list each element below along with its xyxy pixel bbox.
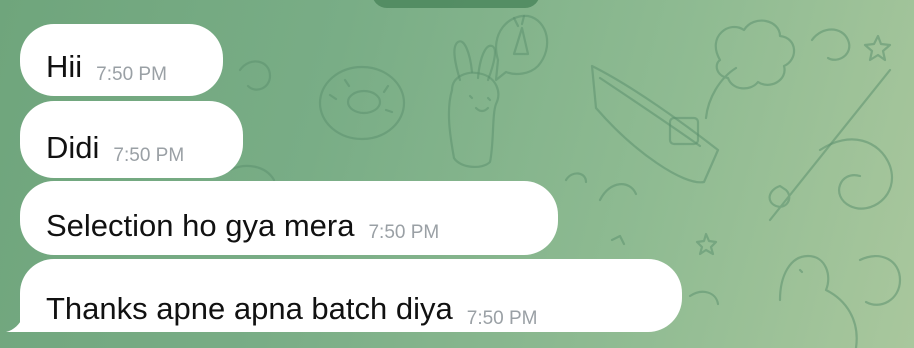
message-bubble[interactable]: Didi 7:50 PM bbox=[20, 101, 243, 178]
message-time: 7:50 PM bbox=[466, 308, 538, 329]
message-bubble[interactable]: Thanks apne apna batch diya 7:50 PM bbox=[20, 259, 682, 332]
message-time: 7:50 PM bbox=[113, 145, 185, 166]
message-time: 7:50 PM bbox=[96, 64, 167, 85]
message-bubble[interactable]: Selection ho gya mera 7:50 PM bbox=[20, 181, 558, 255]
message-text: Didi bbox=[46, 130, 100, 165]
message-time: 7:50 PM bbox=[368, 222, 440, 243]
date-header-pill bbox=[372, 0, 540, 8]
message-text: Thanks apne apna batch diya bbox=[46, 291, 453, 326]
message-bubble[interactable]: Hii 7:50 PM bbox=[20, 24, 223, 96]
message-text: Hii bbox=[46, 49, 83, 84]
message-text: Selection ho gya mera bbox=[46, 208, 355, 243]
